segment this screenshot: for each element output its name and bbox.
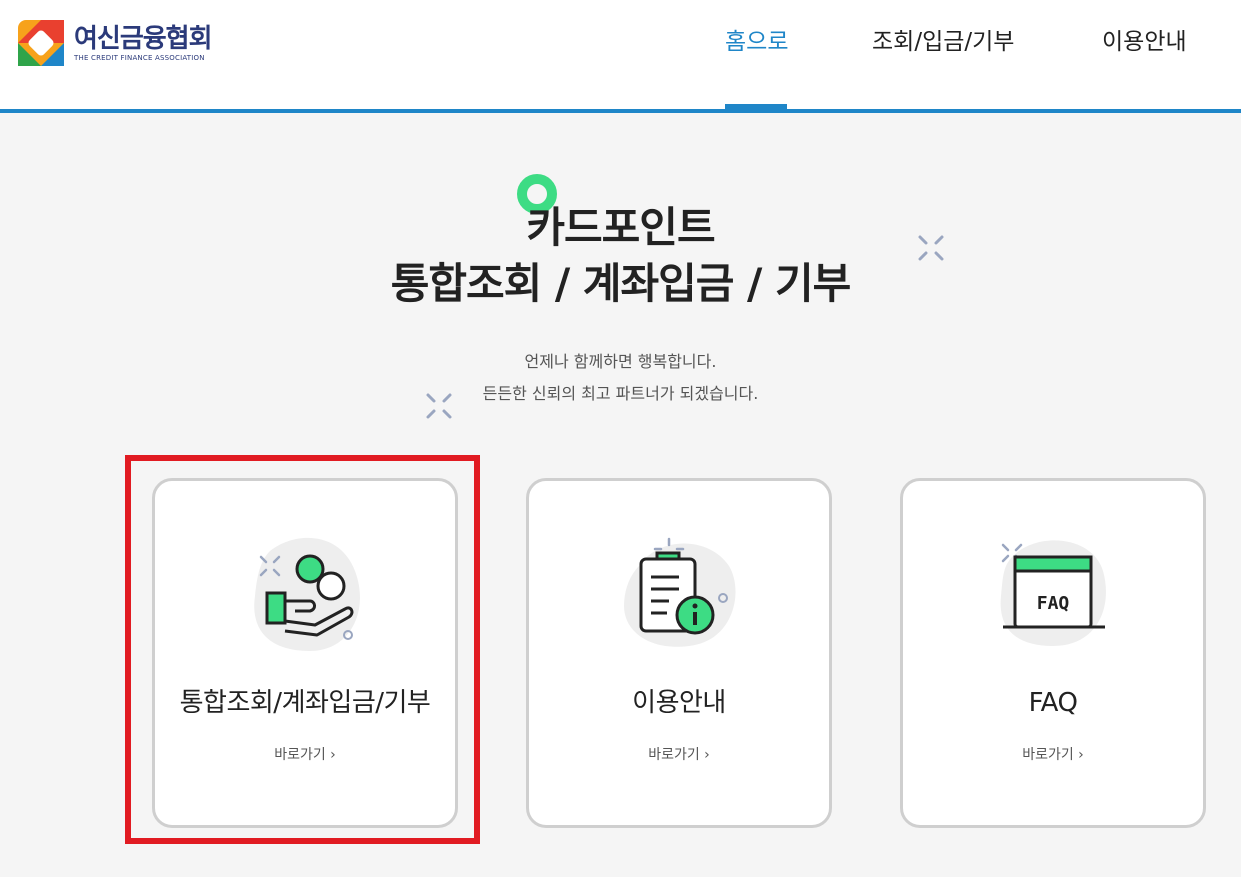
- clipboard-info-icon: [624, 537, 736, 647]
- logo-text: 여신금융협회 THE CREDIT FINANCE ASSOCIATION: [74, 24, 213, 62]
- nav-guide[interactable]: 이용안내: [1102, 26, 1187, 58]
- card-title: FAQ: [1028, 688, 1078, 718]
- logo-mark-icon: [18, 20, 64, 66]
- nav-inquiry-deposit-donate[interactable]: 조회/입금/기부: [872, 26, 1014, 58]
- hero-description: 언제나 함께하면 행복합니다. 든든한 신뢰의 최고 파트너가 되겠습니다.: [0, 346, 1241, 410]
- hero-title-line2: 통합조회 / 계좌입금 / 기부: [390, 259, 852, 308]
- logo[interactable]: 여신금융협회 THE CREDIT FINANCE ASSOCIATION: [18, 20, 213, 66]
- card-link[interactable]: 바로가기 ›: [155, 745, 455, 765]
- card-faq[interactable]: FAQ FAQ 바로가기 ›: [900, 478, 1206, 828]
- hero-desc-line2: 든든한 신뢰의 최고 파트너가 되겠습니다.: [482, 384, 759, 403]
- card-title: 이용안내: [632, 688, 726, 718]
- nav-active-indicator: [725, 104, 787, 109]
- logo-korean: 여신금융협회: [74, 24, 213, 54]
- hero-title-line1: 카드포인트: [526, 203, 715, 252]
- card-guide[interactable]: 이용안내 바로가기 ›: [526, 478, 832, 828]
- faq-window-icon: FAQ: [1000, 540, 1106, 646]
- site-header: 여신금융협회 THE CREDIT FINANCE ASSOCIATION 홈으…: [0, 0, 1241, 113]
- card-inquiry-deposit-donate[interactable]: 통합조회/계좌입금/기부 바로가기 ›: [152, 478, 458, 828]
- card-link[interactable]: 바로가기 ›: [529, 745, 829, 765]
- card-link[interactable]: 바로가기 ›: [903, 745, 1203, 765]
- faq-icon-text: FAQ: [1037, 593, 1070, 614]
- card-title: 통합조회/계좌입금/기부: [179, 688, 431, 718]
- nav-home[interactable]: 홈으로: [725, 26, 788, 58]
- logo-english: THE CREDIT FINANCE ASSOCIATION: [74, 54, 205, 62]
- coin-hand-icon: [254, 537, 360, 651]
- hero-desc-line1: 언제나 함께하면 행복합니다.: [524, 352, 717, 371]
- hero-title: 카드포인트 통합조회 / 계좌입금 / 기부: [0, 200, 1241, 312]
